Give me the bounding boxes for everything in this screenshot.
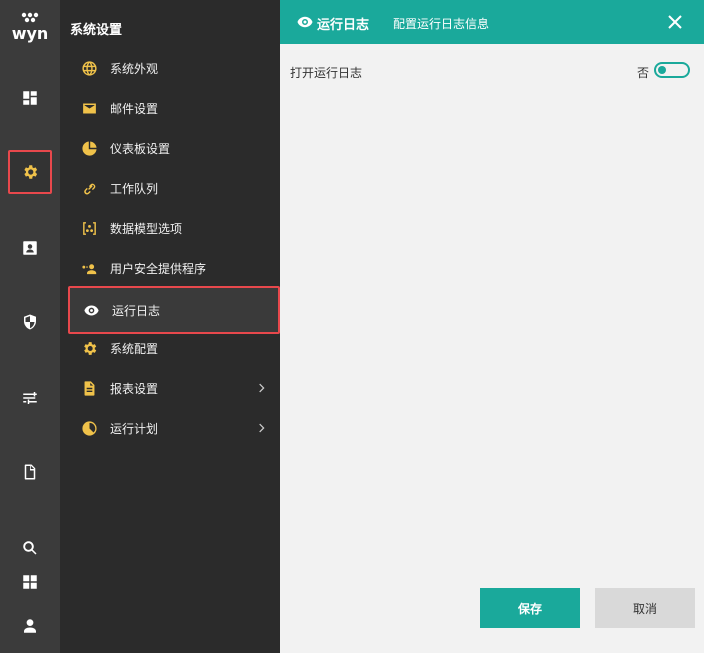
icon-rail: wyn [0, 0, 60, 653]
data-model-icon [80, 219, 98, 237]
link-icon [80, 179, 98, 197]
close-icon[interactable] [666, 13, 684, 31]
menu-item-run-schedule[interactable]: 运行计划 [68, 408, 280, 448]
menu-item-label: 系统配置 [110, 341, 159, 356]
panel-subtitle: 配置运行日志信息 [393, 17, 490, 31]
menu-title: 系统设置 [70, 23, 123, 38]
gear-icon[interactable] [8, 150, 52, 194]
menu-item-user-security[interactable]: 用户安全提供程序 [68, 248, 280, 288]
menu-item-run-log[interactable]: 运行日志 [68, 286, 280, 334]
menu-item-report-settings[interactable]: 报表设置 [68, 368, 280, 408]
report-icon [80, 379, 98, 397]
gear-icon [80, 339, 98, 357]
menu-item-label: 报表设置 [110, 381, 159, 396]
cancel-button[interactable]: 取消 [595, 588, 695, 628]
sliders-icon[interactable] [8, 376, 52, 420]
run-log-panel: 运行日志 配置运行日志信息 打开运行日志 否 保存 取消 [280, 0, 704, 653]
dashboard-icon[interactable] [8, 76, 52, 120]
grid-icon[interactable] [8, 560, 52, 604]
panel-title: 运行日志 [317, 18, 370, 33]
menu-item-label: 用户安全提供程序 [110, 261, 207, 276]
menu-item-label: 系统外观 [110, 61, 159, 76]
mail-icon [80, 99, 98, 117]
clock-icon [80, 419, 98, 437]
menu-item-system-config[interactable]: 系统配置 [68, 328, 280, 368]
panel-header: 运行日志 配置运行日志信息 [280, 0, 704, 44]
toggle-knob [658, 66, 666, 74]
globe-icon [80, 59, 98, 77]
menu-item-label: 运行日志 [112, 303, 161, 318]
settings-menu: 系统设置 系统外观 邮件设置 仪表板设置 工作队列 数据模型选项 用户安全提供程… [60, 0, 280, 653]
chevron-right-icon [254, 381, 268, 395]
document-icon[interactable] [8, 450, 52, 494]
menu-item-work-queue[interactable]: 工作队列 [68, 168, 280, 208]
menu-item-dashboard-settings[interactable]: 仪表板设置 [68, 128, 280, 168]
menu-item-label: 邮件设置 [110, 101, 159, 116]
menu-item-label: 仪表板设置 [110, 141, 171, 156]
menu-item-label: 数据模型选项 [110, 221, 183, 236]
enable-run-log-label: 打开运行日志 [290, 66, 363, 80]
menu-item-mail[interactable]: 邮件设置 [68, 88, 280, 128]
shield-icon[interactable] [8, 300, 52, 344]
menu-item-data-model[interactable]: 数据模型选项 [68, 208, 280, 248]
menu-item-appearance[interactable]: 系统外观 [68, 48, 280, 88]
pie-icon [80, 139, 98, 157]
chevron-right-icon [254, 421, 268, 435]
eye-icon [296, 13, 314, 31]
user-icon[interactable] [8, 604, 52, 648]
wyn-logo-icon[interactable]: wyn [8, 10, 52, 46]
svg-text:wyn: wyn [12, 24, 49, 43]
save-button[interactable]: 保存 [480, 588, 580, 628]
menu-item-label: 运行计划 [110, 421, 159, 436]
toggle-state-text: 否 [637, 66, 650, 80]
user-security-icon [80, 259, 98, 277]
enable-run-log-toggle[interactable] [654, 62, 690, 78]
eye-icon [82, 301, 100, 319]
menu-item-label: 工作队列 [110, 181, 159, 196]
user-card-icon[interactable] [8, 226, 52, 270]
